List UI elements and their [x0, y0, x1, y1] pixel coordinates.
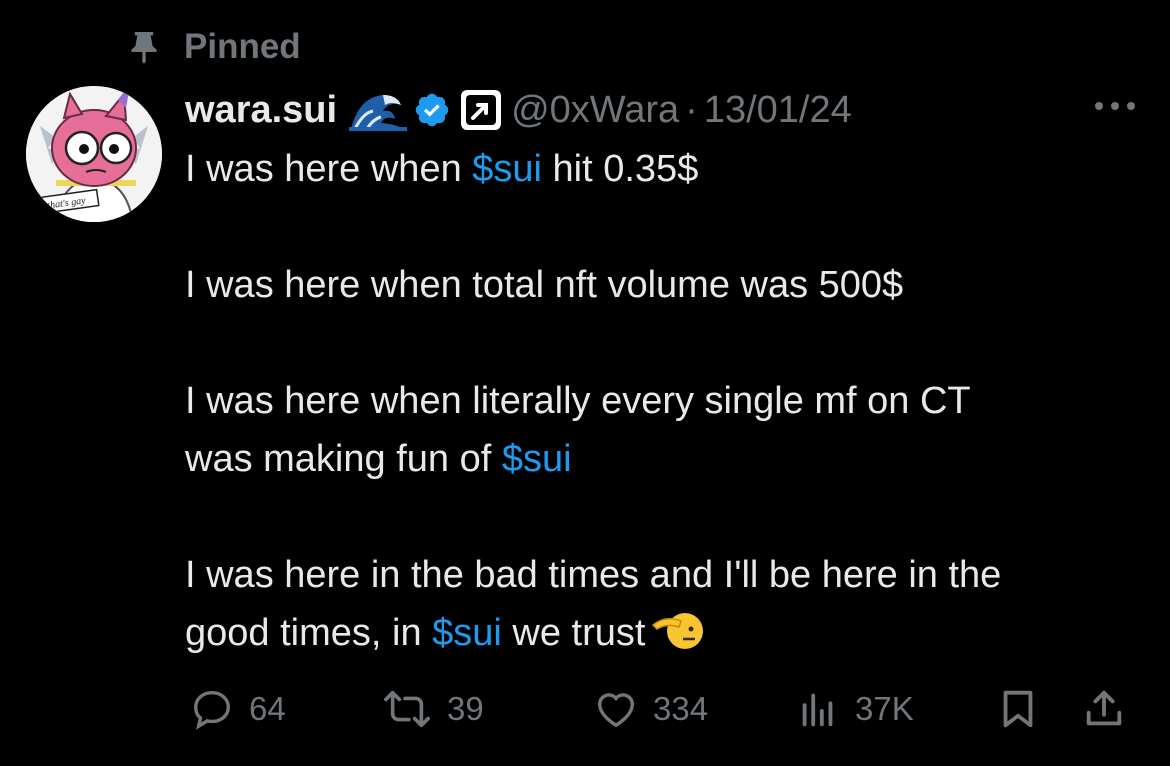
tweet-line: I was here when total nft volume was 500… [185, 264, 904, 306]
display-name[interactable]: wara.sui [185, 89, 337, 132]
cashtag-link[interactable]: $sui [502, 438, 572, 480]
affiliate-badge-icon[interactable] [461, 90, 502, 130]
tweet-header: wara.sui @0xWara · 13/01/24 [185, 80, 852, 140]
share-icon [1081, 686, 1127, 732]
share-button[interactable] [1081, 684, 1127, 734]
tweet-text: I was here when $sui hit 0.35$ I was her… [185, 140, 1155, 662]
cashtag-link[interactable]: $sui [472, 148, 542, 190]
verified-icon[interactable] [413, 91, 451, 129]
tweet-line: I was here when literally every single m… [185, 380, 971, 422]
wave-emoji [349, 89, 408, 131]
like-button[interactable]: 334 [593, 684, 708, 734]
tweet-actions: 64 39 334 37K [185, 684, 1145, 734]
repost-icon [381, 686, 433, 732]
cashtag-link[interactable]: $sui [432, 612, 502, 654]
pinned-indicator: Pinned [122, 24, 301, 70]
view-count: 37K [855, 690, 914, 727]
repost-button[interactable]: 39 [381, 684, 484, 734]
tweet-line: was making fun of $sui [185, 438, 572, 480]
author-handle[interactable]: @0xWara [511, 89, 679, 132]
avatar[interactable]: that's gay [26, 86, 162, 222]
repost-count: 39 [447, 690, 484, 727]
reply-icon [189, 686, 235, 732]
pin-icon [122, 25, 166, 69]
views-chart-icon [795, 686, 841, 732]
salute-emoji [651, 607, 705, 653]
heart-icon [593, 686, 639, 732]
bookmark-icon [995, 686, 1041, 732]
tweet-line: I was here when $sui hit 0.35$ [185, 148, 699, 190]
reply-count: 64 [249, 690, 286, 727]
reply-button[interactable]: 64 [189, 684, 286, 734]
views-button[interactable]: 37K [795, 684, 914, 734]
like-count: 334 [653, 690, 709, 727]
tweet-line: I was here in the bad times and I'll be … [185, 554, 1002, 596]
pinned-label: Pinned [184, 27, 301, 66]
bookmark-button[interactable] [995, 684, 1041, 734]
tweet-line: good times, in $sui we trust [185, 604, 1155, 662]
separator-dot: · [685, 88, 698, 131]
tweet-date[interactable]: 13/01/24 [704, 89, 852, 132]
more-options-icon[interactable] [1090, 96, 1140, 116]
